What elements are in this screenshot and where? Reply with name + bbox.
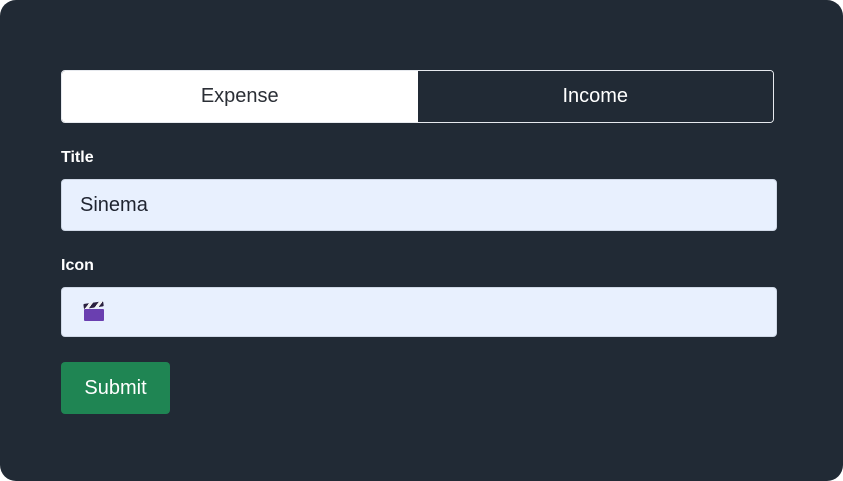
title-input-value: Sinema [80,193,148,216]
submit-button[interactable]: Submit [61,362,170,414]
title-input[interactable]: Sinema [61,179,777,231]
expense-toggle-button[interactable]: Expense [62,71,418,122]
type-toggle: Expense Income [61,70,774,123]
icon-label: Icon [61,257,94,274]
icon-input[interactable] [61,287,777,337]
income-toggle-button[interactable]: Income [417,71,773,122]
clapper-board-icon [83,301,104,321]
form-panel: Expense Income Title Sinema Icon Submit [0,0,843,481]
title-label: Title [61,149,94,166]
